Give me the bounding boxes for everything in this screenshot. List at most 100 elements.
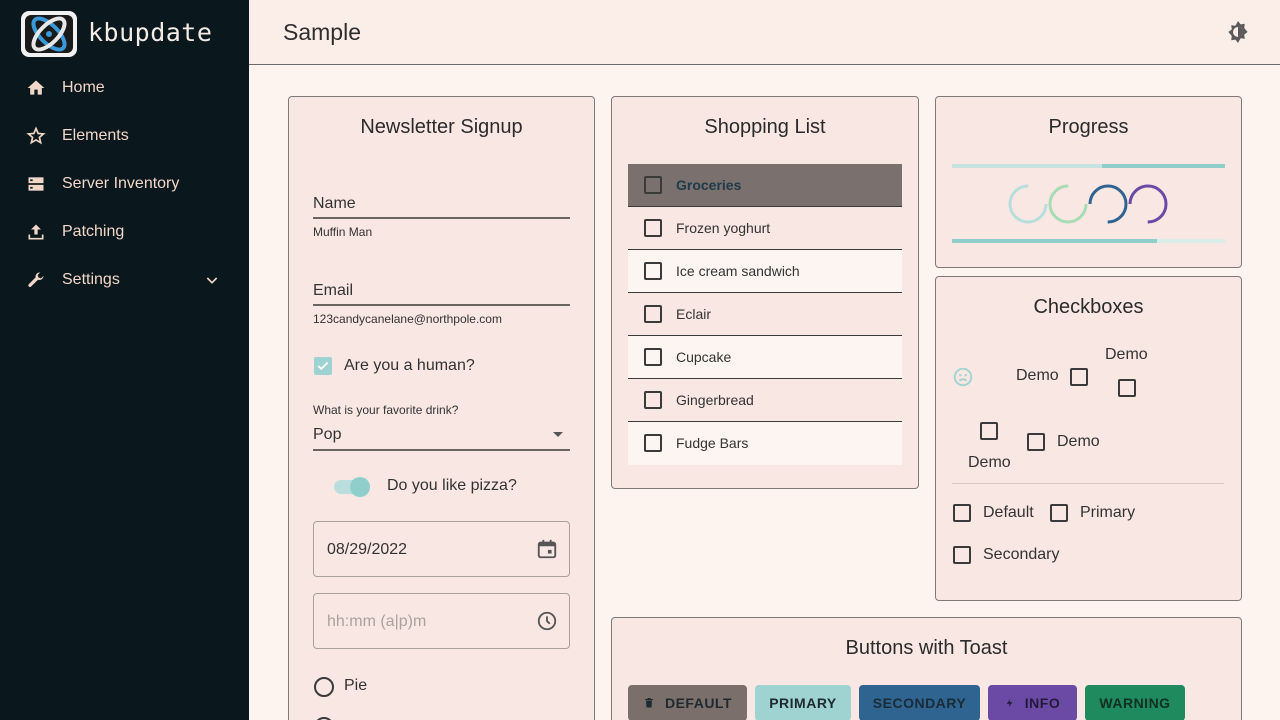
sidebar-item-label: Elements — [62, 127, 129, 144]
progress-bar-top-fill — [1102, 164, 1225, 168]
list-item-checkbox[interactable] — [644, 391, 662, 409]
sidebar-item-settings[interactable]: Settings — [0, 260, 249, 300]
home-icon — [26, 78, 46, 98]
progress-bar-top — [952, 164, 1225, 168]
bolt-icon — [1005, 696, 1015, 710]
divider — [952, 483, 1224, 484]
newsletter-title: Newsletter Signup — [360, 116, 523, 138]
demo-label: Demo — [1057, 433, 1100, 450]
list-item[interactable]: Frozen yoghurt — [628, 207, 902, 250]
demo-label: Demo — [1016, 367, 1059, 384]
shopping-list-title: Shopping List — [704, 116, 826, 138]
brightness-icon[interactable] — [1226, 20, 1250, 44]
list-item-checkbox[interactable] — [644, 434, 662, 452]
demo-label: Demo — [1105, 346, 1148, 363]
list-item-checkbox[interactable] — [644, 305, 662, 323]
app-header: Sample — [249, 0, 1280, 65]
secondary-label: Secondary — [983, 546, 1060, 563]
list-item[interactable]: Fudge Bars — [628, 422, 902, 465]
demo-checkbox[interactable] — [1118, 379, 1136, 397]
list-item-checkbox[interactable] — [644, 262, 662, 280]
primary-label: Primary — [1080, 504, 1136, 521]
default-button[interactable]: DEFAULT — [628, 685, 747, 720]
primary-button-label: PRIMARY — [769, 695, 837, 711]
list-item-checkbox[interactable] — [644, 348, 662, 366]
name-field-label: Name — [313, 195, 356, 212]
name-field[interactable] — [313, 217, 570, 219]
list-item[interactable]: Ice cream sandwich — [628, 250, 902, 293]
progress-title: Progress — [1048, 116, 1129, 138]
demo-label: Demo — [968, 454, 1011, 471]
primary-button[interactable]: PRIMARY — [755, 685, 851, 720]
radio-pie-label: Pie — [344, 677, 368, 694]
date-field-value: 08/29/2022 — [327, 541, 408, 558]
email-field-label: Email — [313, 282, 354, 299]
pizza-switch[interactable] — [334, 477, 370, 497]
default-label: Default — [983, 504, 1034, 521]
sidebar-item-label: Server Inventory — [62, 175, 180, 192]
list-item-label: Ice cream sandwich — [676, 263, 800, 279]
info-button-label: INFO — [1024, 695, 1061, 711]
server-icon — [26, 174, 46, 194]
human-checkbox[interactable] — [314, 357, 332, 375]
demo-checkbox[interactable] — [1070, 368, 1088, 386]
progress-bar-bottom-fill — [952, 239, 1157, 243]
progress-circles — [1006, 184, 1176, 224]
info-button[interactable]: INFO — [988, 685, 1077, 720]
chevron-down-icon[interactable] — [204, 272, 220, 288]
list-item-groceries[interactable]: Groceries — [628, 164, 902, 207]
date-field[interactable]: 08/29/2022 — [313, 521, 570, 577]
sidebar-item-label: Home — [62, 79, 105, 96]
wrench-icon — [26, 270, 46, 290]
sidebar-item-elements[interactable]: Elements — [0, 116, 249, 156]
list-item[interactable]: Gingerbread — [628, 379, 902, 422]
clock-icon[interactable] — [536, 610, 558, 632]
list-item-label: Cupcake — [676, 349, 732, 365]
email-field[interactable] — [313, 304, 570, 306]
email-field-value: 123candycanelane@northpole.com — [313, 312, 502, 326]
primary-checkbox[interactable] — [1050, 504, 1068, 522]
page-title: Sample — [283, 19, 361, 45]
sidebar-item-home[interactable]: Home — [0, 68, 249, 108]
newsletter-card: Newsletter Signup Name Muffin Man Email … — [288, 96, 595, 720]
buttons-card: Buttons with Toast DEFAULT PRIMARY SECON… — [611, 617, 1242, 720]
demo-checkbox[interactable] — [1027, 433, 1045, 451]
sidebar: kbupdate Home Elements Server Inventory … — [0, 0, 249, 720]
sidebar-item-label: Patching — [62, 223, 125, 240]
radio-pie[interactable] — [314, 677, 334, 697]
default-checkbox[interactable] — [953, 504, 971, 522]
progress-card: Progress — [935, 96, 1242, 268]
secondary-button-label: SECONDARY — [872, 695, 967, 711]
sad-face-icon[interactable] — [952, 366, 974, 388]
list-item-label: Gingerbread — [676, 392, 754, 408]
demo-checkbox[interactable] — [980, 422, 998, 440]
warning-button[interactable]: WARNING — [1085, 685, 1185, 720]
pizza-switch-thumb — [350, 477, 370, 497]
secondary-button[interactable]: SECONDARY — [859, 685, 980, 720]
app-logo[interactable] — [18, 9, 80, 59]
human-label: Are you a human? — [344, 357, 475, 374]
time-field-placeholder: hh:mm (a|p)m — [327, 613, 427, 630]
list-item-checkbox[interactable] — [644, 219, 662, 237]
sidebar-item-server-inventory[interactable]: Server Inventory — [0, 164, 249, 204]
list-item-label: Eclair — [676, 306, 712, 322]
warning-button-label: WARNING — [1099, 695, 1171, 711]
sidebar-item-patching[interactable]: Patching — [0, 212, 249, 252]
list-item-checkbox[interactable] — [644, 176, 662, 194]
list-item[interactable]: Eclair — [628, 293, 902, 336]
drink-select[interactable] — [313, 449, 570, 451]
drink-select-value[interactable]: Pop — [313, 426, 341, 444]
progress-bar-bottom — [952, 239, 1225, 243]
time-field[interactable]: hh:mm (a|p)m — [313, 593, 570, 649]
sidebar-item-label: Settings — [62, 271, 120, 288]
secondary-checkbox[interactable] — [953, 546, 971, 564]
drink-select-label: What is your favorite drink? — [313, 403, 459, 417]
calendar-icon[interactable] — [536, 538, 558, 560]
checkboxes-title: Checkboxes — [1033, 296, 1144, 318]
buttons-title: Buttons with Toast — [845, 637, 1008, 659]
dropdown-arrow-icon[interactable] — [553, 432, 563, 437]
pizza-label: Do you like pizza? — [387, 477, 517, 494]
list-item[interactable]: Cupcake — [628, 336, 902, 379]
default-button-label: DEFAULT — [664, 695, 732, 711]
star-icon — [26, 126, 46, 146]
